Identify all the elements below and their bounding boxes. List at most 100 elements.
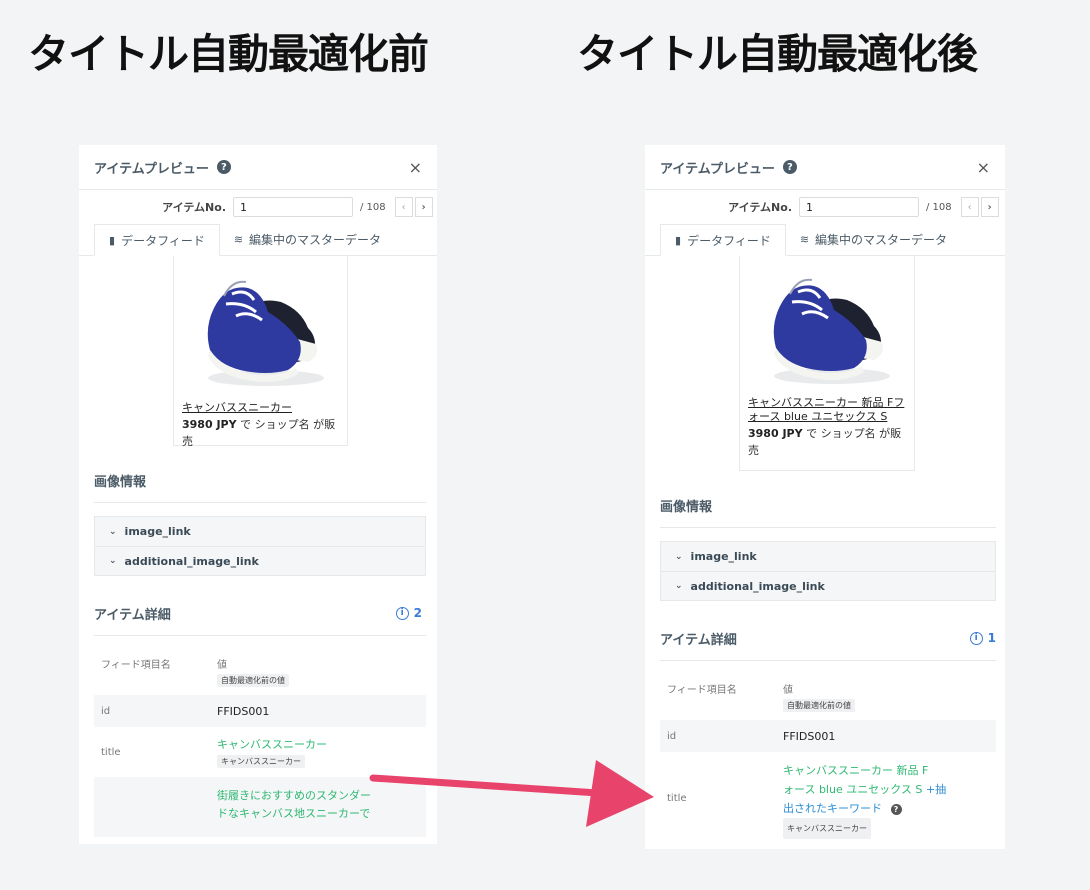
- product-title[interactable]: キャンバススニーカー: [182, 401, 339, 415]
- product-image: [748, 256, 906, 396]
- added-keyword-prefix: +抽: [925, 783, 947, 796]
- next-button[interactable]: ›: [980, 197, 999, 217]
- panel-title: アイテムプレビュー: [94, 161, 209, 177]
- product-title-line: ォース blue ユニセックス S: [748, 410, 888, 423]
- field-name: title: [667, 792, 687, 804]
- pager: ‹ ›: [960, 197, 999, 217]
- item-preview-panel-before: アイテムプレビュー ? × アイテムNo. / 108 ‹ › ▮ データフィー…: [79, 145, 437, 844]
- tab-bar: ▮ データフィード ≋ 編集中のマスターデータ: [79, 224, 437, 256]
- title-value: キャンバススニーカー: [217, 738, 327, 751]
- table-row: 街履きにおすすめのスタンダー ドなキャンバス地スニーカーで: [94, 777, 426, 837]
- table-row: id FFIDS001: [94, 695, 426, 727]
- title-value-text: ォース blue ユニセックス S: [783, 783, 923, 796]
- tab-master-data[interactable]: ≋ 編集中のマスターデータ: [220, 223, 395, 255]
- field-name: id: [667, 730, 677, 742]
- column-name-header: フィード項目名: [101, 660, 171, 671]
- accordion-additional-image-link[interactable]: ⌄ additional_image_link: [661, 571, 995, 600]
- arrow-head: [586, 760, 654, 827]
- tab-label: データフィード: [121, 233, 205, 248]
- close-icon[interactable]: ×: [409, 158, 422, 177]
- field-value: キャンバススニーカー キャンバススニーカー: [217, 727, 327, 777]
- accordion-image-link[interactable]: ⌄ image_link: [95, 517, 425, 546]
- database-icon: ≋: [799, 232, 810, 246]
- price-amount: 3980 JPY: [748, 427, 803, 440]
- accordion-label: image_link: [690, 550, 757, 563]
- accordion-image-link[interactable]: ⌄ image_link: [661, 542, 995, 571]
- item-number-row: アイテムNo. / 108 ‹ ›: [79, 190, 437, 224]
- field-value: キャンバススニーカー 新品 F ォース blue ユニセックス S +抽 出され…: [783, 752, 946, 844]
- product-card: キャンバススニーカー 新品 Fフ ォース blue ユニセックス S 3980 …: [739, 256, 915, 471]
- accordion-label: additional_image_link: [690, 579, 825, 593]
- product-title[interactable]: キャンバススニーカー 新品 Fフ ォース blue ユニセックス S: [748, 396, 906, 424]
- section-title: 画像情報: [94, 474, 147, 490]
- product-title-line: キャンバススニーカー 新品 Fフ: [748, 396, 905, 409]
- column-value-header: 値 自動最適化前の値: [217, 656, 289, 687]
- info-icon: i: [969, 631, 983, 645]
- item-number-label: アイテムNo.: [728, 201, 792, 214]
- column-name-header: フィード項目名: [667, 685, 737, 696]
- prev-button[interactable]: ‹: [960, 197, 979, 217]
- table-row: id FFIDS001: [660, 720, 996, 752]
- chevron-down-icon: ⌄: [109, 526, 117, 537]
- item-total: / 108: [926, 201, 952, 213]
- item-number-row: アイテムNo. / 108 ‹ ›: [645, 190, 1005, 224]
- item-details-heading: アイテム詳細 i 2: [79, 603, 437, 623]
- table-header: フィード項目名 値 自動最適化前の値: [660, 661, 996, 720]
- tab-data-feed[interactable]: ▮ データフィード: [660, 224, 786, 256]
- prev-button[interactable]: ‹: [394, 197, 413, 217]
- item-total: / 108: [360, 201, 386, 213]
- product-price: 3980 JPY で ショップ名 が販売: [182, 416, 339, 450]
- item-number-label: アイテムNo.: [162, 201, 226, 214]
- table-row: title キャンバススニーカー キャンバススニーカー: [94, 727, 426, 777]
- description-line: ドなキャンバス地スニーカーで: [217, 807, 371, 820]
- column-value-header: 値 自動最適化前の値: [783, 681, 855, 712]
- table-header: フィード項目名 値 自動最適化前の値: [94, 636, 426, 695]
- field-name: id: [101, 705, 111, 717]
- details-table: フィード項目名 値 自動最適化前の値 id FFIDS001 title キャン…: [94, 636, 426, 837]
- product-card: キャンバススニーカー 3980 JPY で ショップ名 が販売: [173, 256, 348, 448]
- field-value: FFIDS001: [783, 729, 836, 743]
- help-icon[interactable]: ?: [782, 160, 797, 174]
- tab-label: 編集中のマスターデータ: [815, 232, 948, 247]
- description-line: 街履きにおすすめのスタンダー: [217, 789, 371, 802]
- shoe-image: [207, 280, 324, 386]
- original-title-tag: キャンバススニーカー: [783, 818, 871, 839]
- column-value-label: 値: [217, 660, 227, 671]
- column-value-label: 値: [783, 685, 793, 696]
- image-info-heading: 画像情報: [645, 495, 1005, 515]
- original-title-tag: キャンバススニーカー: [217, 755, 305, 768]
- close-icon[interactable]: ×: [977, 158, 990, 177]
- added-keyword-text: 出されたキーワード: [783, 802, 882, 815]
- accordion-label: additional_image_link: [124, 554, 259, 568]
- field-value: FFIDS001: [217, 704, 270, 718]
- database-icon: ≋: [233, 232, 244, 246]
- before-value-tag: 自動最適化前の値: [217, 674, 289, 687]
- next-button[interactable]: ›: [414, 197, 433, 217]
- item-preview-panel-after: アイテムプレビュー ? × アイテムNo. / 108 ‹ › ▮ データフィー…: [645, 145, 1005, 849]
- image-info-heading: 画像情報: [79, 470, 437, 490]
- shoe-image: [773, 278, 890, 384]
- table-row: title キャンバススニーカー 新品 F ォース blue ユニセックス S …: [660, 752, 996, 844]
- tab-master-data[interactable]: ≋ 編集中のマスターデータ: [786, 223, 961, 255]
- info-icon: i: [395, 606, 409, 620]
- item-number-input[interactable]: [799, 197, 919, 217]
- help-icon[interactable]: ?: [216, 160, 231, 174]
- panel-header: アイテムプレビュー ? ×: [645, 145, 1005, 190]
- help-icon[interactable]: ?: [890, 803, 902, 815]
- chevron-down-icon: ⌄: [675, 551, 683, 562]
- heading-after: タイトル自動最適化後: [577, 30, 978, 78]
- item-details-heading: アイテム詳細 i 1: [645, 628, 1005, 648]
- document-icon: ▮: [675, 233, 682, 247]
- image-fields-accordion: ⌄ image_link ⌄ additional_image_link: [660, 541, 996, 601]
- tab-label: データフィード: [687, 233, 771, 248]
- image-fields-accordion: ⌄ image_link ⌄ additional_image_link: [94, 516, 426, 576]
- accordion-additional-image-link[interactable]: ⌄ additional_image_link: [95, 546, 425, 575]
- details-table: フィード項目名 値 自動最適化前の値 id FFIDS001 title キャン…: [660, 661, 996, 844]
- panel-header: アイテムプレビュー ? ×: [79, 145, 437, 190]
- tab-data-feed[interactable]: ▮ データフィード: [94, 224, 220, 256]
- item-number-input[interactable]: [233, 197, 353, 217]
- issue-count-badge[interactable]: i 2: [395, 606, 422, 620]
- title-value-line: 出されたキーワード ?: [783, 799, 946, 818]
- tab-bar: ▮ データフィード ≋ 編集中のマスターデータ: [645, 224, 1005, 256]
- issue-count-badge[interactable]: i 1: [969, 631, 996, 645]
